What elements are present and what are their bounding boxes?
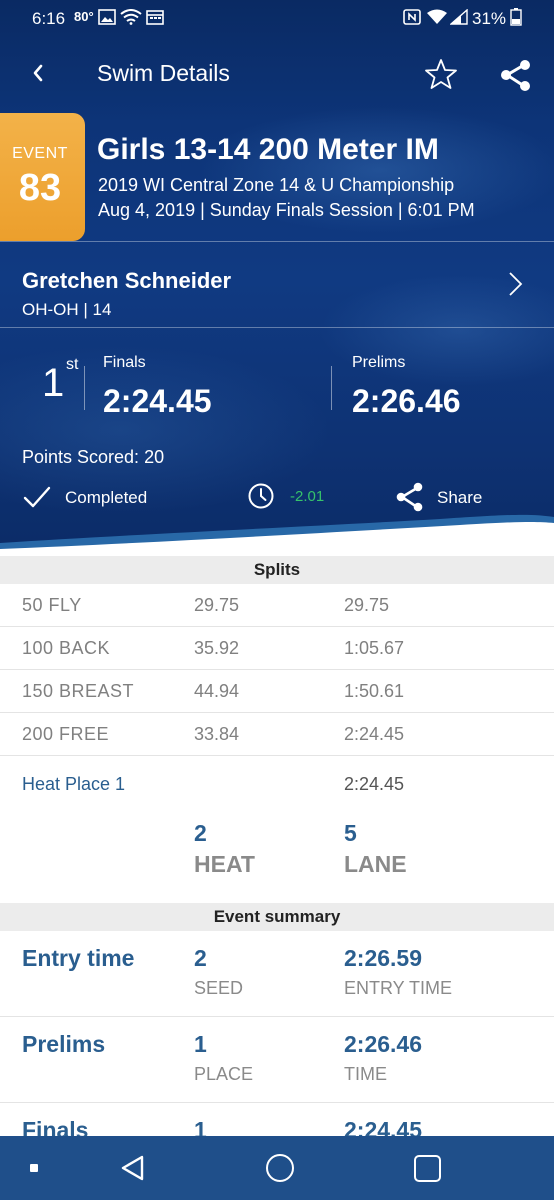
summary-caption: TIME [344,1064,387,1084]
place-number: 1 [42,361,65,405]
split-cumulative: 1:05.67 [344,638,405,658]
summary-caption: PLACE [194,1064,254,1084]
event-number: 83 [18,167,62,209]
splits-header: Splits [0,556,554,584]
split-row: 150 BREAST 44.94 1:50.61 [0,670,554,713]
split-time: 33.84 [194,724,240,744]
split-cumulative: 29.75 [344,595,390,615]
split-row: 100 BACK 35.92 1:05.67 [0,627,554,670]
wifi-icon [427,9,447,24]
split-distance: 150 BREAST [22,681,135,701]
system-nav-bar [0,1136,554,1200]
event-date: Aug 4, 2019 | Sunday Finals Session | 6:… [98,200,475,220]
app-bar: Swim Details [0,40,554,108]
summary-row: Prelims 1 PLACE 2:26.46 TIME [0,1017,554,1103]
split-distance: 50 FLY [22,595,82,615]
star-icon [425,59,457,89]
finals-label: Finals [103,354,146,371]
completed-status: Completed [20,482,180,514]
share-label: Share [437,488,483,507]
checkmark-icon [23,486,51,508]
meet-name: 2019 WI Central Zone 14 & U Championship [98,175,455,195]
summary-label: Prelims [22,1031,106,1057]
split-row: 50 FLY 29.75 29.75 [0,584,554,627]
status-time: 6:16 [32,9,66,28]
heat-place-row: Heat Place 1 2:24.45 [0,770,554,800]
heat-place-label: Heat Place 1 [22,774,126,794]
lane-caption: LANE [344,851,407,877]
back-button[interactable] [24,58,54,88]
swimmer-row[interactable]: Gretchen Schneider OH-OH | 14 [0,243,554,327]
nfc-icon [403,9,421,25]
heat-value: 2 [194,820,207,846]
divider [84,366,85,410]
nav-recents-button[interactable] [414,1155,441,1182]
summary-value: 1 [194,1031,207,1057]
split-distance: 100 BACK [22,638,111,658]
event-label: EVENT [12,145,68,162]
swimmer-team-age: OH-OH | 14 [22,300,112,319]
split-cumulative: 1:50.61 [344,681,405,701]
divider [0,241,554,242]
share-button-top[interactable] [496,56,536,96]
summary-value: 2 [194,945,207,971]
split-time: 29.75 [194,595,240,615]
divider [0,327,554,328]
battery-percentage: 31% [472,9,507,28]
summary-value: 2:26.46 [344,1031,423,1057]
place-suffix: st [66,356,79,373]
status-bar: 6:16 80° 31% [0,0,554,36]
nav-menu-button[interactable] [30,1164,38,1172]
finals-time: 2:24.45 [103,383,212,419]
lane-value: 5 [344,820,357,846]
favorite-button[interactable] [423,56,459,92]
prelims-time: 2:26.46 [352,383,461,419]
divider [331,366,332,410]
nav-back-button[interactable] [118,1153,148,1183]
split-time: 44.94 [194,681,240,701]
split-cumulative: 2:24.45 [344,724,405,744]
points-scored: Points Scored: 20 [22,447,165,467]
clock-icon [248,483,274,509]
triangle-back-icon [121,1155,144,1181]
split-distance: 200 FREE [22,724,110,744]
summary-caption: ENTRY TIME [344,978,453,998]
page-title: Swim Details [97,60,230,86]
summary-label: Entry time [22,945,135,971]
summary-caption: SEED [194,978,244,998]
nav-home-button[interactable] [266,1154,294,1182]
heat-caption: HEAT [194,851,255,877]
event-title: Girls 13-14 200 Meter IM [97,133,439,166]
signal-icon [450,9,468,25]
prelims-label: Prelims [352,354,406,371]
share-button[interactable]: Share [393,480,503,514]
split-row: 200 FREE 33.84 2:24.45 [0,713,554,756]
wifi-icon [120,9,142,25]
back-icon [33,64,43,82]
time-difference: -2.01 [290,488,325,505]
split-time: 35.92 [194,638,240,658]
event-summary-header: Event summary [0,903,554,931]
swimmer-name: Gretchen Schneider [22,268,232,293]
event-badge: EVENT 83 [0,113,85,241]
battery-icon [510,8,522,26]
share-icon [396,482,423,512]
heat-place-time: 2:24.45 [344,774,405,794]
summary-row: Entry time 2 SEED 2:26.59 ENTRY TIME [0,931,554,1017]
status-temperature: 80° [74,9,94,24]
share-icon [501,60,530,91]
calendar-icon [146,10,164,25]
summary-value: 2:26.59 [344,945,423,971]
chevron-right-icon [509,272,523,296]
gallery-icon [98,9,116,25]
completed-label: Completed [65,488,148,507]
